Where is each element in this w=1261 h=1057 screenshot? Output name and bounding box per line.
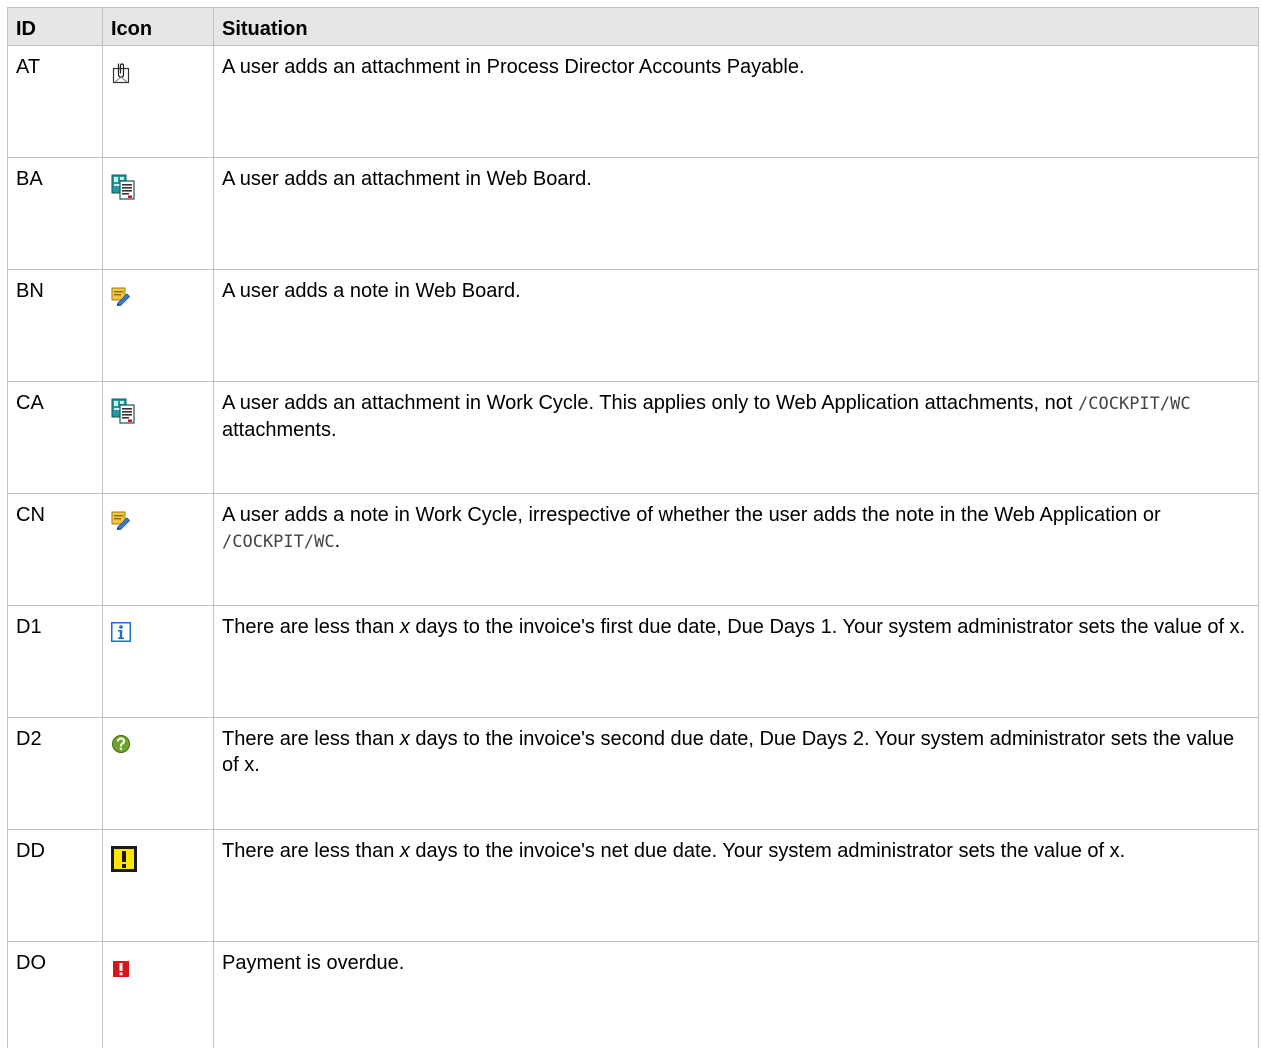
row-icon-cell: [102, 829, 214, 942]
row-situation: There are less than x days to the invoic…: [213, 717, 1259, 830]
row-icon-cell: [102, 717, 214, 830]
situation-text: There are less than: [222, 728, 400, 750]
row-icon-cell: [102, 605, 214, 718]
document-stack-icon: [111, 174, 135, 200]
row-icon-cell: [102, 45, 214, 158]
situation-text: days to the invoice's net due date. Your…: [409, 840, 1126, 862]
row-situation: There are less than x days to the invoic…: [213, 605, 1259, 718]
situation-text: There are less than: [222, 840, 400, 862]
table-row: CN A user adds a note in Work Cycle, irr…: [7, 493, 1259, 606]
row-situation: A user adds a note in Work Cycle, irresp…: [213, 493, 1259, 606]
row-situation: A user adds an attachment in Web Board.: [213, 157, 1259, 270]
row-id: DO: [7, 941, 103, 1048]
table-row: BN A user adds a note in Web Board.: [7, 269, 1259, 382]
variable-x: x: [399, 840, 410, 862]
row-id: BN: [7, 269, 103, 382]
row-icon-cell: [102, 381, 214, 494]
row-situation: A user adds an attachment in Work Cycle.…: [213, 381, 1259, 494]
row-icon-cell: [102, 941, 214, 1048]
note-pencil-icon: [111, 286, 131, 308]
row-id: BA: [7, 157, 103, 270]
situation-text: attachments.: [222, 419, 337, 441]
variable-x: x: [399, 728, 410, 750]
row-situation: There are less than x days to the invoic…: [213, 829, 1259, 942]
row-id: DD: [7, 829, 103, 942]
overdue-exclamation-icon: [111, 958, 131, 978]
row-situation: A user adds an attachment in Process Dir…: [213, 45, 1259, 158]
header-icon: Icon: [102, 7, 214, 46]
header-situation: Situation: [213, 7, 1259, 46]
table-row: DO Payment is overdue.: [7, 941, 1259, 1048]
info-icon: [111, 622, 131, 642]
table-row: D2 There are less than x days to the inv…: [7, 717, 1259, 830]
row-icon-cell: [102, 493, 214, 606]
row-id: AT: [7, 45, 103, 158]
situation-text: A user adds a note in Work Cycle, irresp…: [222, 504, 1161, 526]
header-row: ID Icon Situation: [7, 7, 1259, 46]
row-id: CN: [7, 493, 103, 606]
row-id: D1: [7, 605, 103, 718]
header-id: ID: [7, 7, 103, 46]
warning-exclamation-icon: [111, 846, 137, 872]
document-stack-icon: [111, 398, 135, 424]
table-row: D1 There are less than x days to the inv…: [7, 605, 1259, 718]
question-circle-icon: [111, 734, 131, 754]
row-id: CA: [7, 381, 103, 494]
situation-text: .: [334, 530, 341, 552]
note-pencil-icon: [111, 510, 131, 532]
row-icon-cell: [102, 269, 214, 382]
table-row: AT A user adds an attachment in Process …: [7, 45, 1259, 158]
row-icon-cell: [102, 157, 214, 270]
code-text: /COCKPIT/WC: [1078, 394, 1191, 414]
row-situation: A user adds a note in Web Board.: [213, 269, 1259, 382]
paperclip-attachment-icon: [111, 62, 131, 84]
variable-x: x: [399, 616, 410, 638]
situations-table: ID Icon Situation AT A user adds an atta…: [7, 7, 1259, 1048]
row-situation: Payment is overdue.: [213, 941, 1259, 1048]
row-id: D2: [7, 717, 103, 830]
situation-text: A user adds an attachment in Work Cycle.…: [222, 392, 1079, 414]
situation-text: There are less than: [222, 616, 400, 638]
code-text: /COCKPIT/WC: [222, 532, 335, 552]
situation-text: days to the invoice's first due date, Du…: [409, 616, 1246, 638]
table-row: CA A user adds an attachment in Work Cyc…: [7, 381, 1259, 494]
table-row: BA A user adds an attachment in Web Boar…: [7, 157, 1259, 270]
table-row: DD There are less than x days to the inv…: [7, 829, 1259, 942]
